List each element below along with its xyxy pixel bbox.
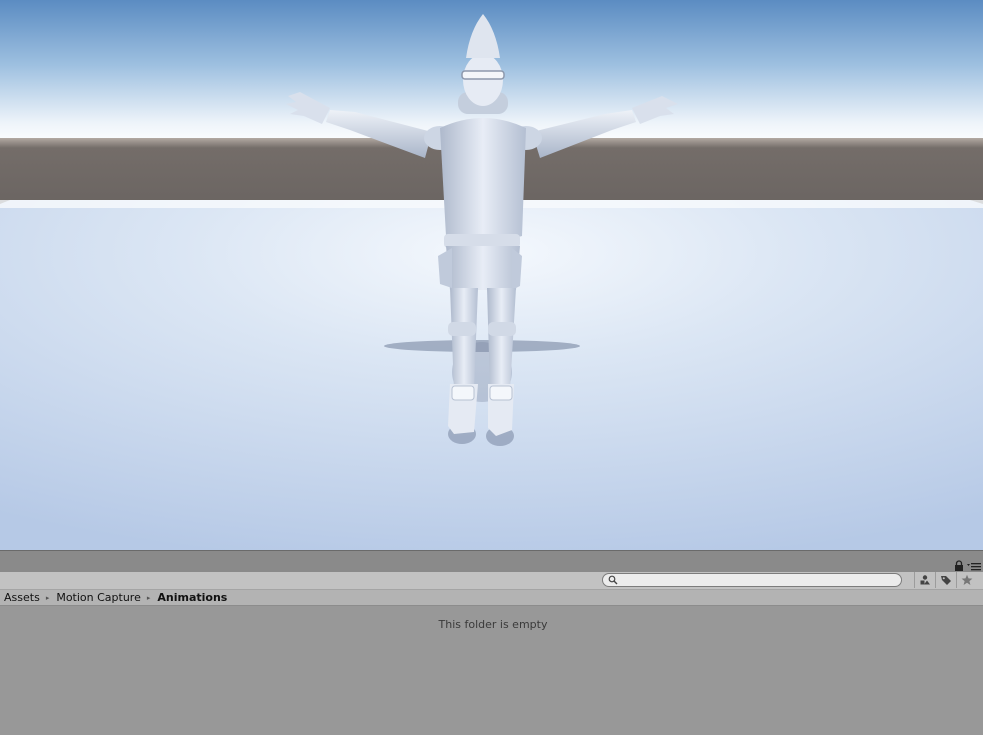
breadcrumb-item-animations[interactable]: Animations	[157, 591, 227, 604]
search-by-type-button[interactable]	[914, 572, 935, 588]
breadcrumb: Assets ▸ Motion Capture ▸ Animations	[0, 590, 983, 606]
project-panel-header	[0, 550, 983, 573]
breadcrumb-item-assets[interactable]: Assets	[4, 591, 40, 604]
breadcrumb-item-motion-capture[interactable]: Motion Capture	[56, 591, 141, 604]
search-icon	[608, 575, 618, 585]
breadcrumb-separator-icon: ▸	[45, 593, 50, 602]
panel-menu-icon[interactable]	[967, 561, 981, 571]
search-input[interactable]	[619, 574, 889, 586]
scene-viewport[interactable]	[0, 0, 983, 550]
folder-contents[interactable]: This folder is empty	[0, 607, 983, 735]
project-toolbar	[0, 572, 983, 590]
breadcrumb-separator-icon: ▸	[146, 593, 151, 602]
tag-icon	[941, 576, 951, 585]
lock-icon[interactable]	[954, 560, 964, 572]
scene-render	[0, 0, 983, 550]
search-by-label-button[interactable]	[935, 572, 956, 588]
search-field[interactable]	[602, 573, 902, 587]
star-icon	[961, 574, 973, 585]
create-icon	[920, 575, 930, 585]
empty-folder-message: This folder is empty	[438, 618, 548, 631]
favorites-button[interactable]	[956, 572, 977, 588]
